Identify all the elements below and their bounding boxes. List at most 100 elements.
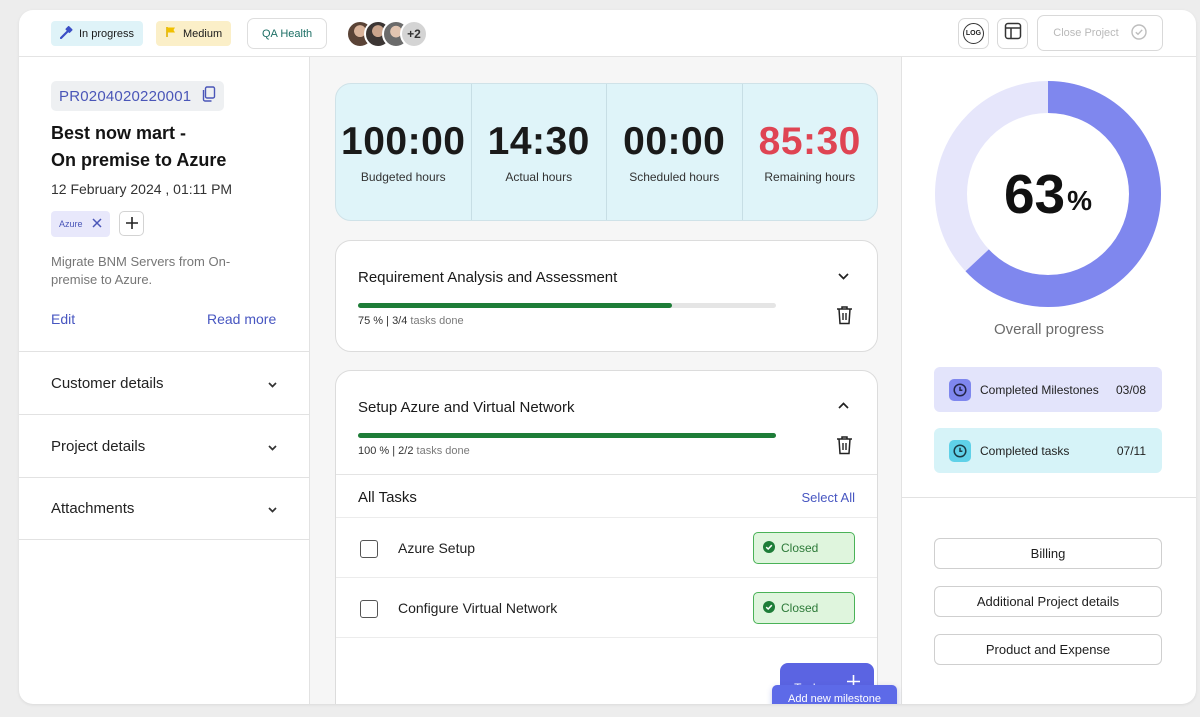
remove-tag-icon[interactable] (91, 218, 102, 230)
layout-icon (1004, 22, 1022, 45)
hours-value: 85:30 (758, 120, 861, 163)
log-icon: LOG (963, 23, 984, 44)
product-expense-button[interactable]: Product and Expense (934, 634, 1162, 665)
milestone-title: Requirement Analysis and Assessment (358, 269, 618, 286)
delete-milestone-icon[interactable] (836, 305, 853, 330)
milestone-progress-bar (358, 433, 776, 438)
progress-fill (358, 433, 776, 438)
task-name: Configure Virtual Network (398, 600, 558, 616)
status-badge: Closed (753, 592, 855, 624)
hours-summary: 100:00 Budgeted hours 14:30 Actual hours… (335, 83, 878, 221)
check-circle-icon (1131, 23, 1147, 43)
delete-milestone-icon[interactable] (836, 435, 853, 460)
progress-percent: 75 % | (358, 315, 389, 327)
project-title: Best now mart - On premise to Azure (51, 120, 291, 174)
tasks-suffix: tasks done (416, 445, 470, 457)
progress-value: 63 (1003, 163, 1066, 225)
chevron-down-icon[interactable] (837, 270, 849, 282)
hours-value: 00:00 (623, 120, 726, 163)
all-tasks-title: All Tasks (358, 489, 417, 506)
clock-icon (949, 378, 971, 401)
accordion-project-details[interactable]: Project details (19, 414, 310, 477)
budgeted-hours: 100:00 Budgeted hours (336, 84, 472, 220)
priority-label: Medium (183, 27, 223, 40)
project-info-panel: PR0204020220001 Best now mart - On premi… (19, 57, 310, 704)
accordion-label: Customer details (51, 374, 164, 392)
close-project-button[interactable]: Close Project (1037, 15, 1163, 51)
layout-button[interactable] (997, 18, 1028, 49)
status-label: Closed (781, 541, 819, 555)
accordion-attachments[interactable]: Attachments (19, 477, 310, 540)
status-label: Closed (781, 601, 819, 615)
milestone-progress-text: 75 % | 3/4 tasks done (358, 315, 464, 327)
actual-hours: 14:30 Actual hours (472, 84, 607, 220)
plus-icon (125, 213, 138, 235)
scheduled-hours: 00:00 Scheduled hours (607, 84, 743, 220)
tasks-header: All Tasks Select All (336, 474, 877, 517)
flag-icon (165, 26, 177, 41)
milestone-progress-bar (358, 303, 776, 308)
priority-badge[interactable]: Medium (156, 21, 232, 46)
hours-value: 100:00 (341, 120, 466, 163)
hammer-icon (59, 25, 73, 42)
check-circle-icon (763, 600, 775, 616)
clock-icon (949, 439, 971, 462)
qa-health-button[interactable]: QA Health (247, 18, 328, 49)
progress-percent: 63 % (933, 79, 1163, 309)
add-milestone-button[interactable]: Add new milestone (772, 685, 897, 704)
hours-label: Scheduled hours (629, 170, 720, 184)
milestones-panel: 100:00 Budgeted hours 14:30 Actual hours… (310, 57, 902, 704)
divider (902, 497, 1196, 498)
progress-panel: 63 % Overall progress Completed Mileston… (902, 57, 1196, 704)
progress-percent: 100 % | (358, 445, 396, 457)
project-title-line2: On premise to Azure (51, 150, 227, 170)
accordion-label: Project details (51, 437, 146, 455)
task-checkbox[interactable] (360, 600, 378, 618)
additional-details-button[interactable]: Additional Project details (934, 586, 1162, 617)
overall-progress-label: Overall progress (993, 321, 1105, 338)
accordion-label: Attachments (51, 500, 135, 517)
check-circle-icon (763, 540, 775, 556)
accordion-customer-details[interactable]: Customer details (19, 351, 310, 414)
milestone-card-expanded[interactable]: Setup Azure and Virtual Network 100 % | … (335, 370, 878, 704)
project-id-text: PR0204020220001 (59, 87, 192, 105)
status-badge[interactable]: In progress (51, 21, 144, 46)
project-id: PR0204020220001 (51, 81, 225, 111)
completed-tasks-stat: Completed tasks 07/11 (934, 428, 1162, 473)
milestone-progress-text: 100 % | 2/2 tasks done (358, 445, 470, 457)
tasks-count: 3/4 (392, 315, 408, 327)
milestone-title: Setup Azure and Virtual Network (358, 399, 575, 416)
billing-button[interactable]: Billing (934, 538, 1162, 569)
edit-link[interactable]: Edit (51, 311, 75, 327)
read-more-link[interactable]: Read more (207, 311, 276, 327)
task-row[interactable]: Azure Setup Closed (336, 517, 877, 577)
qa-health-label: QA Health (262, 27, 313, 40)
team-avatars[interactable]: +2 (346, 20, 428, 48)
stat-label: Completed tasks (980, 443, 1070, 458)
status-badge: Closed (753, 532, 855, 564)
project-description: Migrate BNM Servers from On-premise to A… (51, 254, 231, 287)
add-tag-button[interactable] (119, 211, 144, 236)
project-title-line1: Best now mart - (51, 123, 187, 143)
task-row[interactable]: Configure Virtual Network Closed (336, 577, 877, 637)
select-all-link[interactable]: Select All (802, 490, 855, 505)
chevron-down-icon (268, 375, 277, 392)
hours-label: Budgeted hours (360, 170, 446, 184)
remaining-hours: 85:30 Remaining hours (743, 84, 878, 220)
log-button[interactable]: LOG (958, 18, 989, 49)
chevron-down-icon (268, 438, 277, 455)
task-checkbox[interactable] (360, 540, 378, 558)
tasks-suffix: tasks done (410, 315, 464, 327)
progress-fill (358, 303, 672, 308)
hours-label: Remaining hours (764, 170, 856, 184)
milestone-card[interactable]: Requirement Analysis and Assessment 75 %… (335, 240, 878, 352)
copy-icon[interactable] (201, 86, 216, 106)
hours-value: 14:30 (487, 120, 590, 163)
close-project-label: Close Project (1053, 27, 1119, 39)
stat-value: 07/11 (1116, 443, 1146, 458)
tasks-count: 2/2 (398, 445, 414, 457)
task-name: Azure Setup (398, 540, 476, 556)
chevron-up-icon[interactable] (837, 399, 849, 411)
hours-label: Actual hours (505, 170, 573, 184)
project-date: 12 February 2024 , 01:11 PM (51, 181, 233, 197)
